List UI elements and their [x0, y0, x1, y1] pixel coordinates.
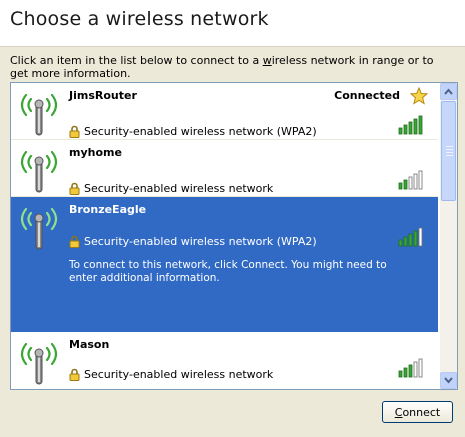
lock-icon [69, 235, 80, 248]
security-type: Security-enabled wireless network (WPA2) [84, 235, 317, 248]
scroll-grip [446, 149, 453, 150]
signal-bar [408, 176, 413, 190]
signal-bar [403, 367, 408, 378]
connect-info: To connect to this network, click Connec… [69, 259, 387, 284]
header-band: Choose a wireless network [0, 0, 465, 47]
lock-icon [69, 368, 80, 381]
scroll-down-button[interactable] [440, 372, 457, 389]
signal-bar [418, 227, 423, 247]
antenna-icon [20, 207, 58, 250]
instructions-text-start: Click an item in the list below to conne… [10, 54, 263, 67]
signal-bar [408, 233, 413, 247]
signal-bar [403, 124, 408, 135]
scroll-up-button[interactable] [440, 83, 457, 100]
vertical-scrollbar[interactable] [440, 83, 457, 389]
security-type: Security-enabled wireless network [84, 368, 274, 381]
connection-status: Connected [334, 89, 400, 102]
network-name: BronzeEagle [69, 203, 147, 216]
antenna-icon [20, 93, 58, 136]
connect-button[interactable]: Connect [382, 401, 453, 423]
scroll-thumb[interactable] [441, 101, 456, 201]
signal-bar [413, 118, 418, 135]
security-type: Security-enabled wireless network [84, 182, 274, 195]
network-item-jimsrouter[interactable]: JimsRouter Connected Security-enabled wi… [11, 83, 438, 140]
signal-bar [398, 127, 403, 135]
signal-bar [408, 121, 413, 135]
signal-strength-icon [398, 115, 423, 135]
network-item-bronzeeagle[interactable]: BronzeEagle Security-enabled wireless ne… [11, 197, 438, 332]
antenna-icon [20, 150, 58, 193]
signal-bar [398, 370, 403, 378]
scroll-grip [446, 152, 453, 153]
signal-bar [408, 364, 413, 378]
signal-bar [418, 170, 423, 190]
chevron-up-icon [444, 88, 453, 95]
signal-bar [403, 236, 408, 247]
signal-strength-icon [398, 358, 423, 378]
network-name: myhome [69, 146, 122, 159]
antenna-icon [20, 342, 58, 385]
signal-bar [413, 230, 418, 247]
chevron-down-icon [444, 377, 453, 384]
signal-bar [418, 115, 423, 135]
wireless-network-dialog: Choose a wireless network Click an item … [0, 0, 465, 437]
network-name: JimsRouter [69, 89, 137, 102]
signal-bar [403, 179, 408, 190]
instructions: Click an item in the list below to conne… [10, 54, 440, 80]
star-icon [410, 87, 428, 105]
scroll-grip [446, 146, 453, 147]
signal-bar [413, 361, 418, 378]
lock-icon [69, 182, 80, 195]
connect-label: onnect [402, 405, 441, 419]
signal-bar [398, 182, 403, 190]
signal-strength-icon [398, 170, 423, 190]
instructions-access-key: w [262, 54, 272, 67]
signal-bar [398, 239, 403, 247]
network-item-myhome[interactable]: myhome Security-enabled wireless network [11, 140, 438, 197]
network-list[interactable]: JimsRouter Connected Security-enabled wi… [10, 82, 458, 390]
signal-bar [418, 358, 423, 378]
security-type: Security-enabled wireless network (WPA2) [84, 125, 317, 138]
signal-bar [413, 173, 418, 190]
lock-icon [69, 125, 80, 138]
page-title: Choose a wireless network [10, 8, 269, 30]
signal-strength-icon [398, 227, 423, 247]
network-item-mason[interactable]: Mason Security-enabled wireless network [11, 332, 438, 389]
network-name: Mason [69, 338, 110, 351]
scroll-grip [446, 155, 453, 156]
